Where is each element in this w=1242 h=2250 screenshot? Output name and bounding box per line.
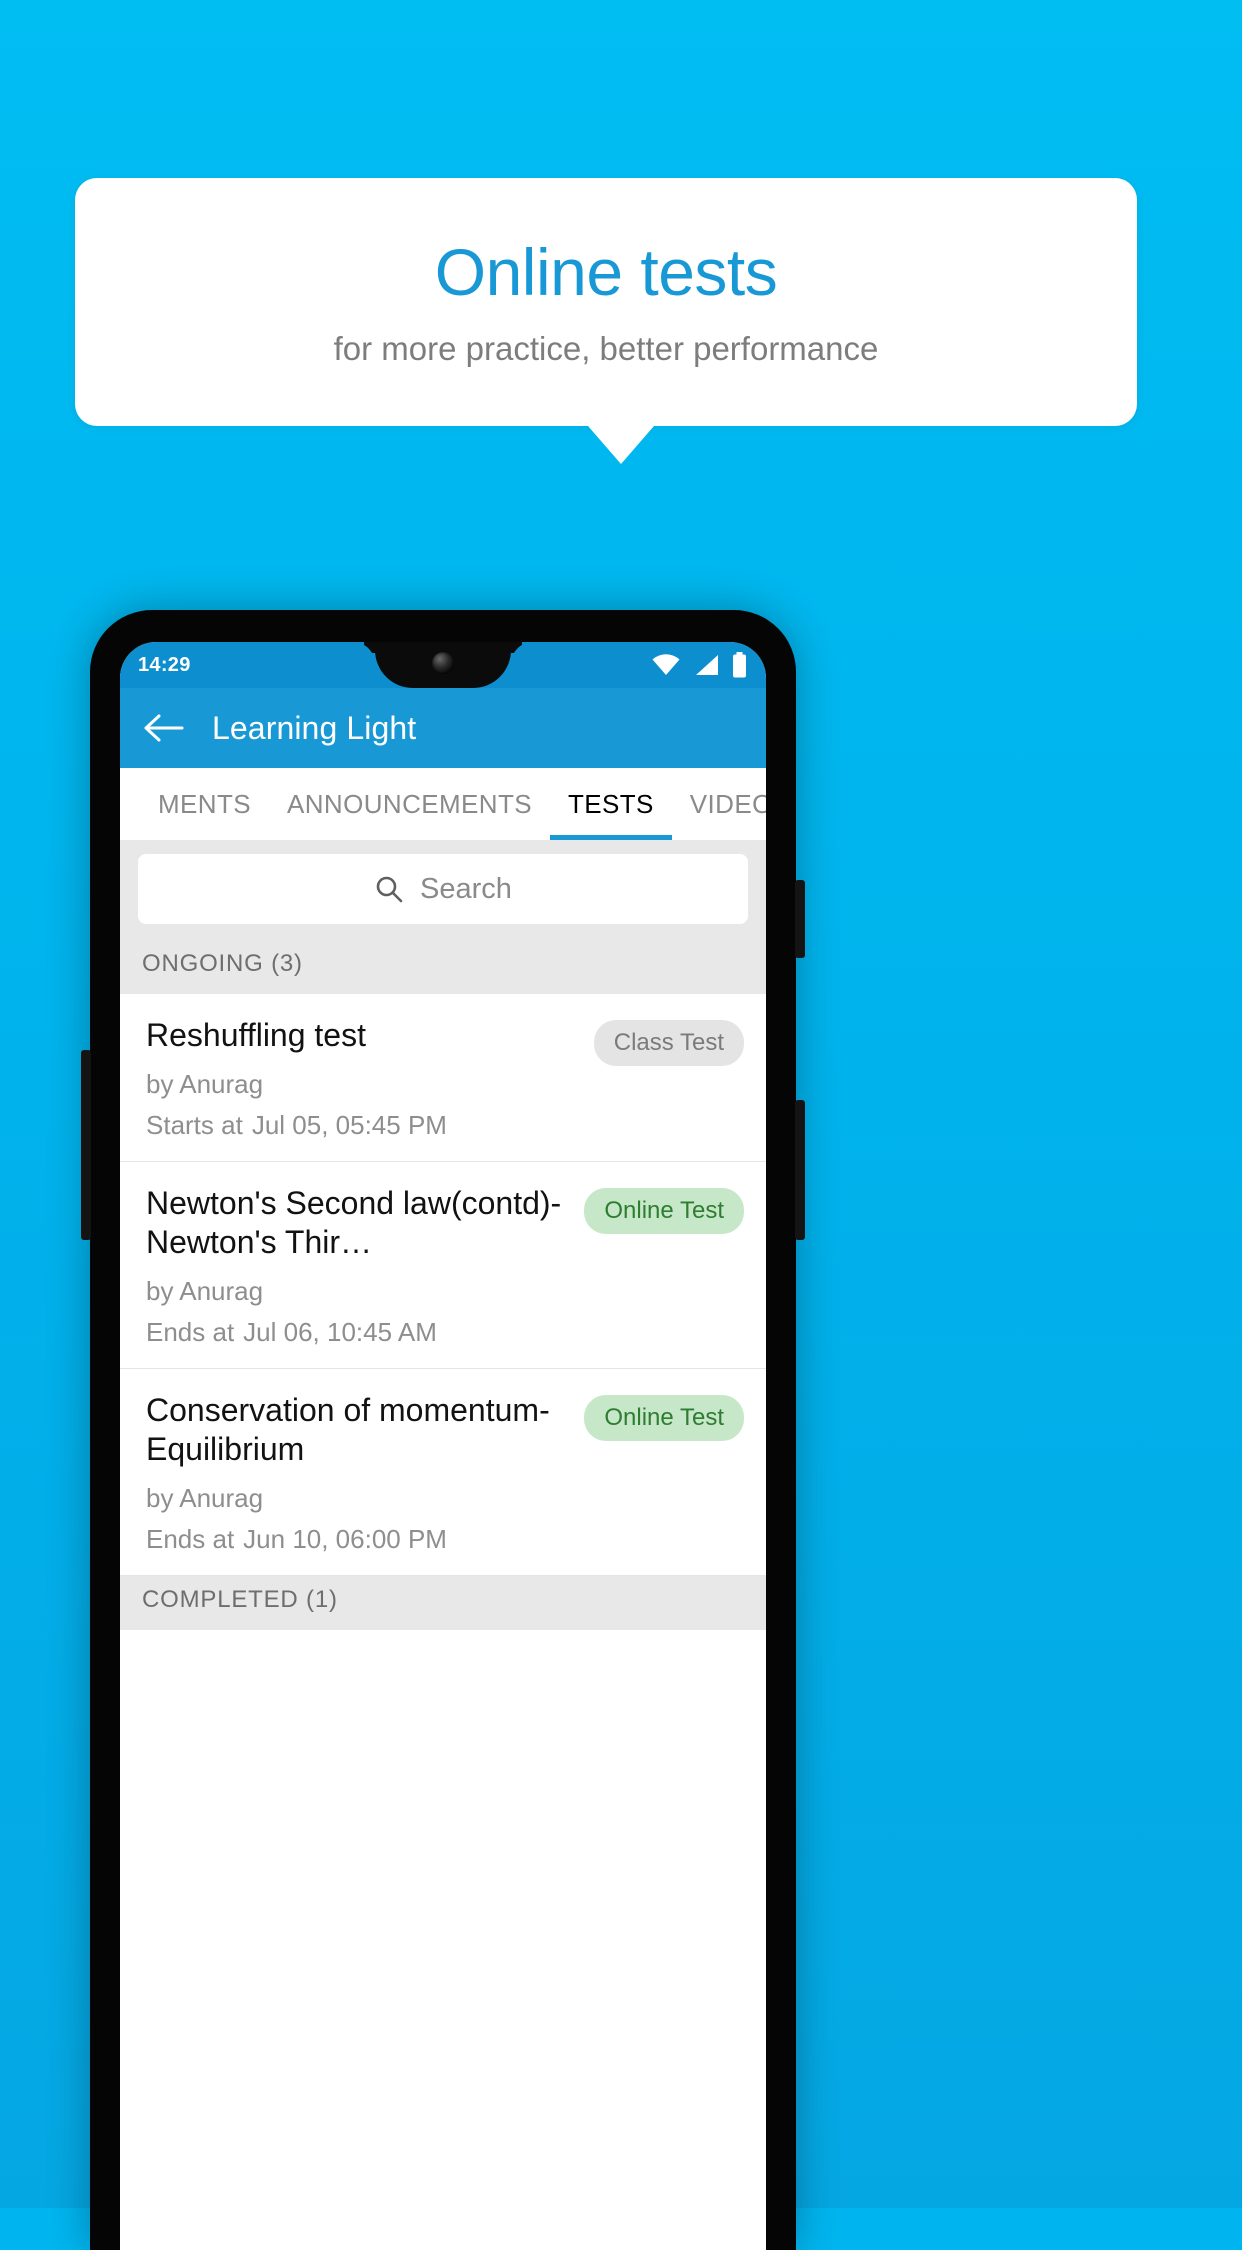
section-header-completed: COMPLETED (1) [120,1576,766,1631]
test-time-label: Ends at [146,1524,235,1555]
test-title: Newton's Second law(contd)-Newton's Thir… [146,1185,562,1261]
test-item-body: Reshuffling test by Anurag Starts at Jul … [146,1016,582,1141]
promo-card: Online tests for more practice, better p… [75,178,1137,426]
test-author: by Anurag [146,1483,264,1514]
search-input[interactable]: Search [138,854,748,924]
phone-mockup: 14:29 Learning Light MENTS ANNOUNCEMENTS… [81,610,805,2250]
test-author: by Anurag [146,1276,264,1307]
search-icon [376,876,403,903]
back-arrow-icon[interactable] [140,705,186,751]
test-time-label: Starts at [146,1110,243,1141]
status-bar-icons [651,652,748,678]
search-placeholder: Search [420,872,512,905]
test-item-body: Conservation of momentum-Equilibrium by … [146,1391,572,1555]
status-badge: Class Test [593,1020,744,1066]
promo-card-tail [588,426,654,464]
tab-bar: MENTS ANNOUNCEMENTS TESTS VIDEOS [120,768,766,840]
status-badge: Online Test [584,1395,744,1442]
status-badge: Online Test [584,1188,744,1235]
test-time: Starts at Jul 05, 05:45 PM [146,1110,582,1141]
test-time-value: Jun 10, 06:00 PM [243,1524,447,1555]
status-bar-clock: 14:29 [138,653,191,676]
section-header-ongoing: ONGOING (3) [120,940,766,994]
phone-screen: 14:29 Learning Light MENTS ANNOUNCEMENTS… [120,642,766,2250]
tab-videos[interactable]: VIDEOS [672,768,766,840]
promo-title: Online tests [434,234,778,309]
tab-announcements[interactable]: ANNOUNCEMENTS [269,768,550,840]
wifi-icon [652,654,680,675]
test-title: Reshuffling test [146,1017,366,1053]
test-list-item[interactable]: Reshuffling test by Anurag Starts at Jul … [120,994,766,1163]
test-time: Ends at Jul 06, 10:45 AM [146,1317,572,1348]
app-bar: Learning Light [120,688,766,768]
search-bar-container: Search [120,840,766,940]
test-time-value: Jul 05, 05:45 PM [251,1110,447,1141]
test-time-label: Ends at [146,1317,235,1348]
test-list-item[interactable]: Conservation of momentum-Equilibrium by … [120,1369,766,1577]
signal-icon [696,655,718,675]
battery-icon [733,652,746,678]
phone-side-button [81,1050,91,1240]
test-time-value: Jul 06, 10:45 AM [243,1317,437,1348]
test-title: Conservation of momentum-Equilibrium [146,1392,550,1468]
tab-ments[interactable]: MENTS [140,768,269,840]
test-time: Ends at Jun 10, 06:00 PM [146,1524,572,1555]
test-list-item[interactable]: Newton's Second law(contd)-Newton's Thir… [120,1162,766,1370]
phone-power-button [795,880,805,958]
test-item-body: Newton's Second law(contd)-Newton's Thir… [146,1184,572,1348]
promo-subtitle: for more practice, better performance [333,330,879,368]
app-bar-title: Learning Light [212,709,417,746]
tests-content: Search ONGOING (3) Reshuffling test by A… [120,840,766,2250]
test-author: by Anurag [146,1069,264,1100]
phone-volume-button [795,1100,805,1240]
tab-tests[interactable]: TESTS [550,768,672,840]
front-camera-icon [432,652,454,674]
